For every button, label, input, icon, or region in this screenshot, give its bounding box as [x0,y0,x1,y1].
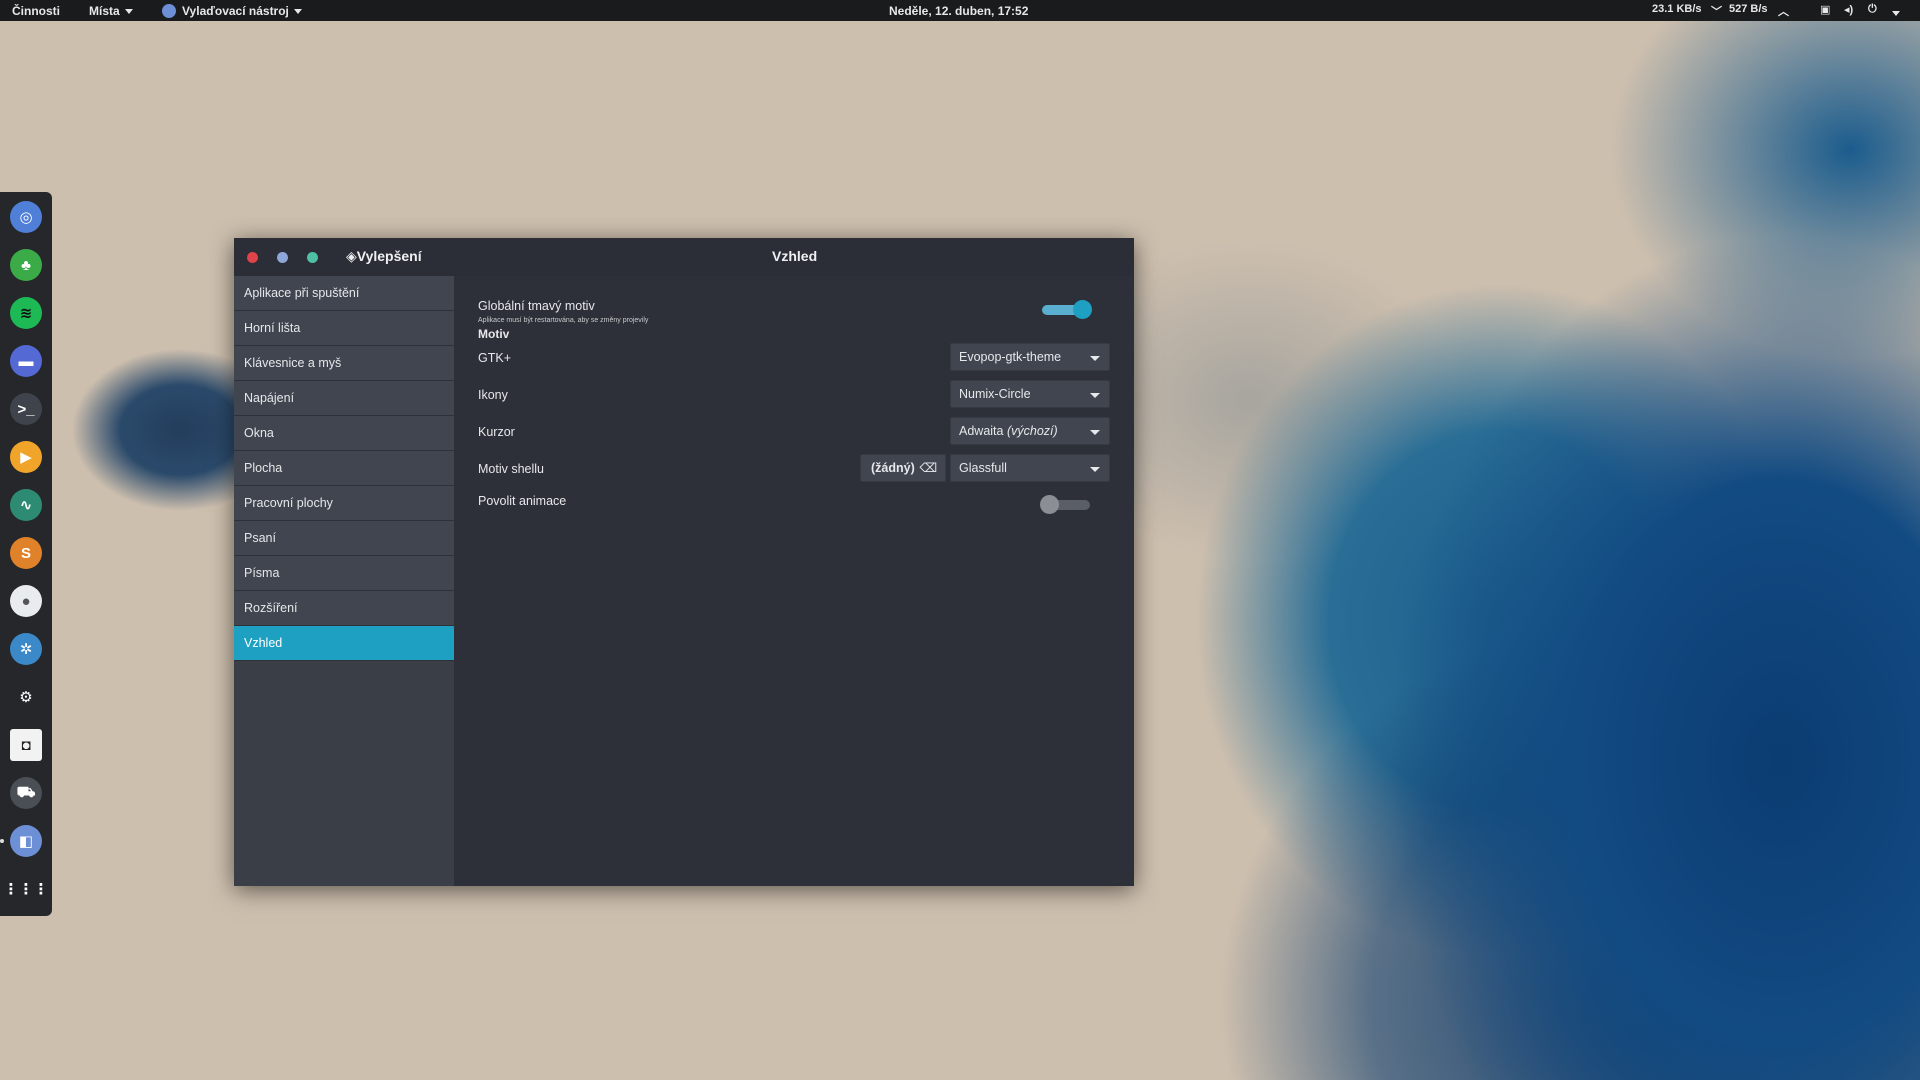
shell-theme-none-button[interactable]: (žádný) ⌫ [860,454,946,482]
places-menu[interactable]: Místa [89,4,133,18]
shell-theme-value: Glassfull [959,461,1007,475]
chevron-down-icon [1090,430,1100,435]
chromium-icon[interactable]: ◎ [10,201,42,233]
net-upload-icon: ︿ [1778,6,1789,18]
terminal-icon[interactable]: >_ [10,393,42,425]
places-label: Místa [89,4,120,18]
sidebar-item-desktop[interactable]: Plocha [234,451,454,486]
animations-label: Povolit animace [478,494,567,508]
dark-theme-note: Aplikace musí být restartována, aby se z… [478,317,649,324]
sidebar-item-appearance[interactable]: Vzhled [234,626,454,661]
sidebar-item-startup-apps[interactable]: Aplikace při spuštění [234,276,454,311]
gtk-theme-select[interactable]: Evopop-gtk-theme [950,343,1110,371]
net-download-rate: 23.1 KB/s [1652,3,1702,15]
sidebar-item-fonts[interactable]: Písma [234,556,454,591]
dark-theme-switch[interactable] [1042,300,1092,319]
system-menu-chevron-icon[interactable] [1892,7,1900,19]
shell-theme-select[interactable]: Glassfull [950,454,1110,482]
icons-label: Ikony [478,388,508,402]
volume-icon[interactable]: ◂) [1844,3,1853,16]
tweaks-diamond-icon: ◈ [346,248,357,264]
cursor-theme-default-tag: (výchozí) [1006,424,1058,438]
title-bar[interactable]: ◈Vylepšení Vzhled [234,238,1134,276]
spotify-icon[interactable]: ≋ [10,297,42,329]
running-indicator [0,839,4,843]
gtk-theme-value: Evopop-gtk-theme [959,350,1062,364]
media-player-icon[interactable]: ▶ [10,441,42,473]
sidebar-item-typing[interactable]: Psaní [234,521,454,556]
sublime-icon[interactable]: S [10,537,42,569]
evernote-icon[interactable]: ♣ [10,249,42,281]
net-download-icon: ﹀ [1711,6,1722,18]
minimize-button[interactable] [277,252,288,263]
chevron-down-icon [1090,393,1100,398]
gtk-label: GTK+ [478,351,511,365]
tweaks-window: ◈Vylepšení Vzhled Aplikace při spuštění … [234,238,1134,886]
app-menu[interactable]: Vylaďovací nástroj [162,3,302,19]
cursor-theme-select[interactable]: Adwaita (výchozí) [950,417,1110,445]
cursor-label: Kurzor [478,425,515,439]
shell-theme-label: Motiv shellu [478,462,544,476]
display-icon[interactable]: ▣ [1820,3,1830,16]
network-icon[interactable]: ✲ [10,633,42,665]
sidebar-item-keyboard-mouse[interactable]: Klávesnice a myš [234,346,454,381]
app-menu-label: Vylaďovací nástroj [182,4,289,18]
tweaks-app-icon [162,3,176,18]
appearance-panel: Globální tmavý motiv Aplikace musí být r… [454,276,1134,886]
sidebar-item-workspaces[interactable]: Pracovní plochy [234,486,454,521]
shell-theme-none-label: (žádný) [871,461,915,475]
chevron-down-icon [124,9,133,15]
switch-knob [1073,300,1092,319]
icons-theme-value: Numix-Circle [959,387,1031,401]
dark-theme-label: Globální tmavý motiv [478,299,595,313]
inkscape-icon[interactable]: ◘ [10,729,42,761]
theme-section-heading: Motiv [478,327,510,341]
system-monitor-icon[interactable]: ∿ [10,489,42,521]
sidebar-item-power[interactable]: Napájení [234,381,454,416]
sidebar: Aplikace při spuštění Horní lišta Kláves… [234,276,454,886]
clock[interactable]: Neděle, 12. duben, 17:52 [889,4,1028,18]
app-title: ◈Vylepšení [346,248,422,264]
chevron-down-icon [1090,467,1100,472]
maximize-button[interactable] [307,252,318,263]
truck-game-icon[interactable]: ⛟ [10,777,42,809]
clear-icon: ⌫ [919,461,937,475]
files-icon[interactable]: ▬ [10,345,42,377]
sidebar-item-extensions[interactable]: Rozšíření [234,591,454,626]
chevron-down-icon [293,9,302,15]
sidebar-item-top-bar[interactable]: Horní lišta [234,311,454,346]
icons-theme-select[interactable]: Numix-Circle [950,380,1110,408]
sidebar-item-windows[interactable]: Okna [234,416,454,451]
cursor-theme-value: Adwaita [959,424,1004,438]
page-title: Vzhled [772,248,818,264]
close-button[interactable] [247,252,258,263]
switch-knob [1040,495,1059,514]
activities-button[interactable]: Činnosti [12,4,60,18]
tweaks-icon[interactable]: ◧ [10,825,42,857]
app-grid-icon[interactable]: ⋮⋮⋮ [4,873,49,905]
dock: ◎ ♣ ≋ ▬ >_ ▶ ∿ S ● ✲ ⚙ ◘ ⛟ ◧ ⋮⋮⋮ [0,192,52,916]
animations-switch[interactable] [1040,495,1090,514]
top-bar: Činnosti Místa Vylaďovací nástroj Neděle… [0,0,1920,21]
cloud-icon[interactable]: ● [10,585,42,617]
net-upload-rate: 527 B/s [1729,3,1768,15]
chevron-down-icon [1090,356,1100,361]
steam-icon[interactable]: ⚙ [10,681,42,713]
power-icon[interactable]: ⏻ [1868,3,1877,16]
